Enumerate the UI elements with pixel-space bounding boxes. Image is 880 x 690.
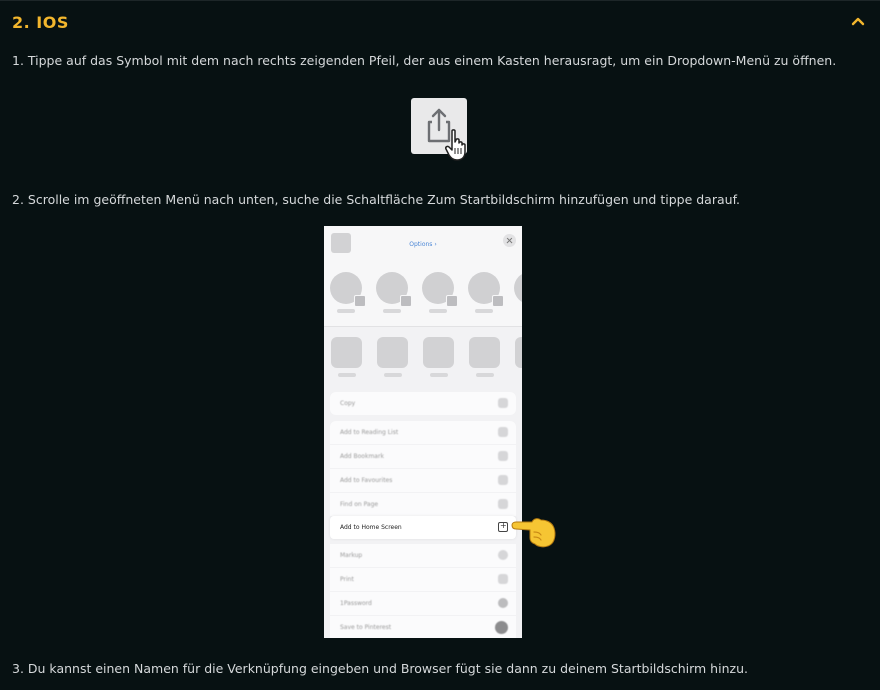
contact-avatar — [422, 272, 458, 307]
contact-avatar — [330, 272, 366, 307]
step-2-text: 2. Scrolle im geöffneten Menü nach unten… — [12, 192, 741, 207]
menu-item-markup: Markup — [330, 544, 516, 567]
section-title: 2. IOS — [12, 12, 69, 32]
pointing-hand-emoji-icon — [511, 518, 556, 548]
print-icon — [498, 574, 508, 584]
contact-avatar — [468, 272, 504, 307]
menu-item-pinterest: Save to Pinterest — [330, 616, 516, 638]
contact-avatar — [514, 272, 522, 304]
close-icon — [503, 234, 516, 247]
app-icon — [515, 337, 522, 368]
menu-item-copy: Copy — [330, 392, 516, 415]
section-header[interactable]: 2. IOS — [12, 9, 868, 35]
share-sheet-top: Options › — [324, 226, 522, 326]
step-1-text: 1. Tippe auf das Symbol mit dem nach rec… — [12, 53, 837, 68]
password-icon — [498, 598, 508, 608]
menu-item-find: Find on Page — [330, 493, 516, 516]
copy-icon — [498, 398, 508, 408]
menu-item-bookmark: Add Bookmark — [330, 445, 516, 468]
menu-item-password: 1Password — [330, 592, 516, 615]
menu-item-print: Print — [330, 568, 516, 591]
search-icon — [498, 499, 508, 509]
chevron-up-icon[interactable] — [850, 13, 866, 29]
app-icon — [469, 337, 500, 368]
add-square-icon — [498, 521, 508, 532]
menu-item-reading-list: Add to Reading List — [330, 421, 516, 444]
contact-avatar — [376, 272, 412, 307]
pinterest-icon — [495, 621, 508, 634]
book-icon — [498, 451, 508, 461]
share-button-image — [411, 98, 467, 161]
options-label: Options › — [409, 241, 437, 248]
glasses-icon — [498, 427, 508, 437]
menu-item-add-to-home-screen: Add to Home Screen — [330, 516, 516, 539]
app-icon — [331, 337, 362, 368]
app-icon — [423, 337, 454, 368]
menu-item-favourites: Add to Favourites — [330, 469, 516, 492]
ios-section: 2. IOS 1. Tippe auf das Symbol mit dem n… — [0, 0, 880, 690]
markup-icon — [498, 550, 508, 560]
step-3-text: 3. Du kannst einen Namen für die Verknüp… — [12, 661, 748, 676]
star-icon — [498, 475, 508, 485]
app-icon — [377, 337, 408, 368]
ios-share-sheet-image: Options › Copy Add to Reading List Add B… — [324, 226, 522, 638]
hand-pointer-icon — [445, 129, 466, 161]
